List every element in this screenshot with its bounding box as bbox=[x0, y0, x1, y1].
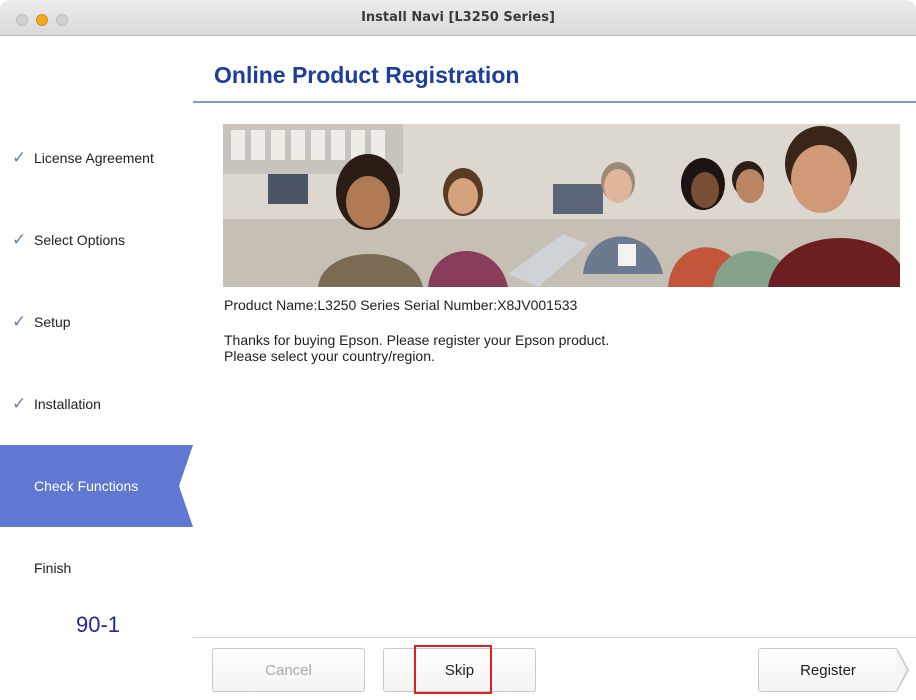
step-select-options: ✓ Select Options bbox=[0, 199, 193, 281]
thanks-text: Thanks for buying Epson. Please register… bbox=[224, 332, 610, 348]
checkmark-icon: ✓ bbox=[12, 148, 27, 167]
register-arrow-fill bbox=[896, 649, 907, 691]
register-button[interactable]: Register bbox=[758, 648, 898, 692]
step-finish: Finish bbox=[0, 527, 193, 609]
step-license-agreement: ✓ License Agreement bbox=[0, 117, 193, 199]
checkmark-icon: ✓ bbox=[12, 312, 27, 331]
step-label: Installation bbox=[34, 396, 101, 412]
active-step-indicator bbox=[179, 445, 193, 527]
step-label: Check Functions bbox=[34, 478, 139, 494]
screen-code: 90-1 bbox=[76, 612, 121, 637]
step-setup: ✓ Setup bbox=[0, 281, 193, 363]
checkmark-icon: ✓ bbox=[12, 230, 27, 249]
window-titlebar: Install Navi [L3250 Series] bbox=[0, 0, 916, 36]
cancel-button[interactable]: Cancel bbox=[212, 648, 365, 692]
window-title: Install Navi [L3250 Series] bbox=[361, 10, 555, 25]
select-country-text: Please select your country/region. bbox=[224, 348, 435, 364]
steps-sidebar: ✓ License Agreement ✓ Select Options ✓ S… bbox=[0, 37, 193, 700]
footer-divider bbox=[193, 637, 916, 638]
step-label: Select Options bbox=[34, 232, 126, 248]
checkmark-icon: ✓ bbox=[12, 394, 27, 413]
page-title: Online Product Registration bbox=[214, 62, 520, 88]
step-label: License Agreement bbox=[34, 150, 154, 166]
step-installation: ✓ Installation bbox=[0, 363, 193, 445]
step-label: Finish bbox=[34, 560, 72, 576]
title-divider bbox=[193, 101, 916, 103]
step-check-functions-active: Check Functions bbox=[0, 445, 193, 527]
skip-highlight-box bbox=[414, 645, 492, 694]
registration-banner-image bbox=[223, 124, 900, 287]
step-label: Setup bbox=[34, 314, 71, 330]
product-info-text: Product Name:L3250 Series Serial Number:… bbox=[224, 297, 578, 313]
